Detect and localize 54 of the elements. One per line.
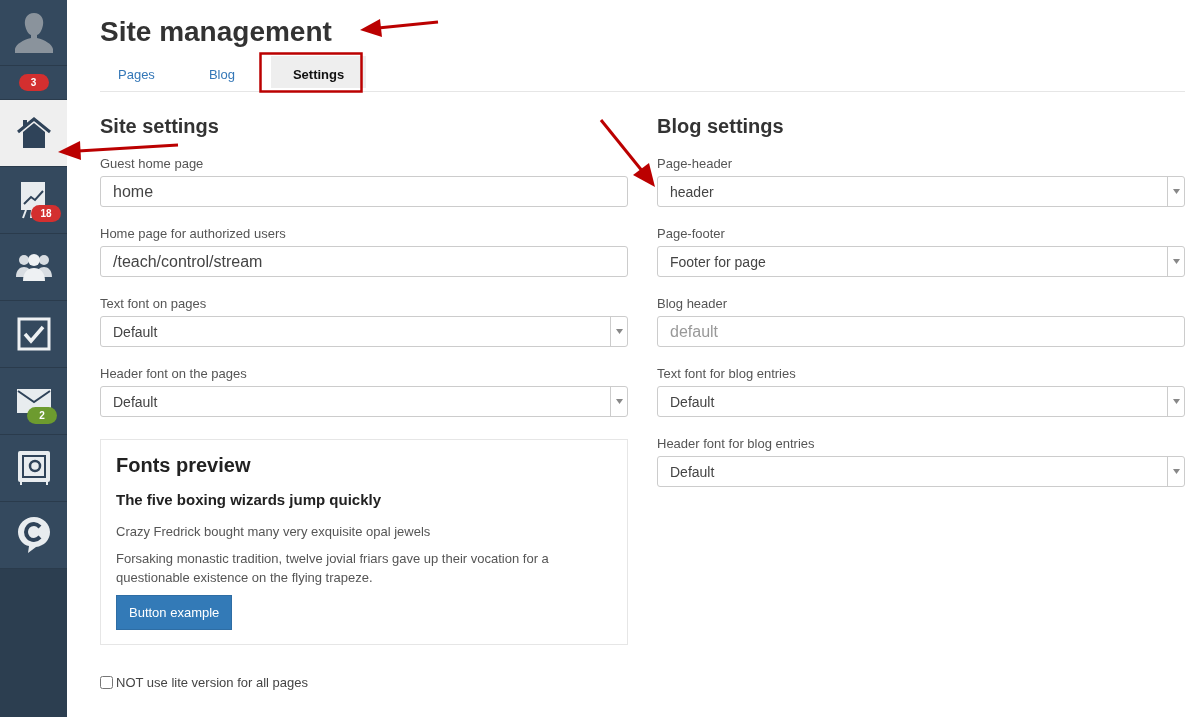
- field-label: Text font for blog entries: [657, 366, 797, 382]
- caret-icon: [615, 329, 623, 334]
- tab[interactable]: Pages: [100, 56, 173, 91]
- dropdown[interactable]: Default: [657, 456, 1185, 487]
- dropdown[interactable]: Default: [100, 316, 628, 347]
- annotation-arrow: [599, 119, 655, 187]
- sidebar-item[interactable]: [0, 301, 67, 368]
- field-label: Blog header: [657, 296, 729, 312]
- sidebar-item[interactable]: [0, 100, 67, 167]
- sidebar-item[interactable]: [0, 234, 67, 301]
- caret-icon: [1172, 189, 1180, 194]
- field-label: Text font on pages: [100, 296, 208, 312]
- count-badge: 2: [27, 407, 57, 424]
- field-label: Page-footer: [657, 226, 726, 242]
- field-label: Guest home page: [100, 156, 205, 172]
- card-title: Fonts preview: [116, 454, 252, 477]
- input-field[interactable]: /teach/control/stream: [100, 246, 628, 277]
- checkbox-icon: [16, 317, 51, 351]
- dropdown[interactable]: Default: [100, 386, 628, 417]
- safe-icon: [16, 450, 51, 486]
- section-heading: Site settings: [100, 114, 220, 138]
- field-label: Home page for authorized users: [100, 226, 287, 242]
- page-title: Site management: [100, 15, 332, 49]
- input-field[interactable]: home: [100, 176, 628, 207]
- dropdown[interactable]: Default: [657, 386, 1185, 417]
- checkbox[interactable]: [100, 676, 113, 689]
- tab[interactable]: Settings: [270, 56, 367, 88]
- field-label: Header font for blog entries: [657, 436, 816, 452]
- field-label: Header font on the pages: [100, 366, 248, 382]
- count-badge: 18: [31, 205, 61, 222]
- section-heading: Blog settings: [657, 114, 785, 138]
- input-field[interactable]: default: [657, 316, 1185, 347]
- sidebar-item[interactable]: [0, 502, 67, 569]
- checkbox-label: NOT use lite version for all pages: [116, 675, 308, 690]
- chat-logo-icon: [16, 516, 51, 554]
- sample-paragraph: Crazy Fredrick bought many very exquisite opal jewels: [116, 523, 432, 541]
- people-icon: [15, 253, 52, 281]
- sidebar-item[interactable]: 18: [0, 167, 67, 234]
- dropdown[interactable]: header: [657, 176, 1185, 207]
- sample-paragraph: Forsaking monastic tradition, twelve jovial friars gave up their vocation for a questionable existence on the flying trapeze.: [116, 550, 550, 587]
- caret-icon: [1172, 469, 1180, 474]
- dropdown[interactable]: Footer for page: [657, 246, 1185, 277]
- sample-heading: The five boxing wizards jump quickly: [116, 491, 383, 508]
- example-button[interactable]: Button example: [116, 595, 233, 630]
- caret-icon: [1172, 399, 1180, 404]
- notification-counter[interactable]: 3: [0, 66, 67, 100]
- field-label: Page-header: [657, 156, 734, 172]
- caret-icon: [615, 399, 623, 404]
- count-badge: 3: [18, 74, 49, 91]
- tab[interactable]: Blog: [190, 56, 253, 91]
- home-icon: [15, 117, 52, 149]
- caret-icon: [1172, 259, 1180, 264]
- user-silhouette-icon: [13, 10, 54, 55]
- sidebar-item[interactable]: [0, 435, 67, 502]
